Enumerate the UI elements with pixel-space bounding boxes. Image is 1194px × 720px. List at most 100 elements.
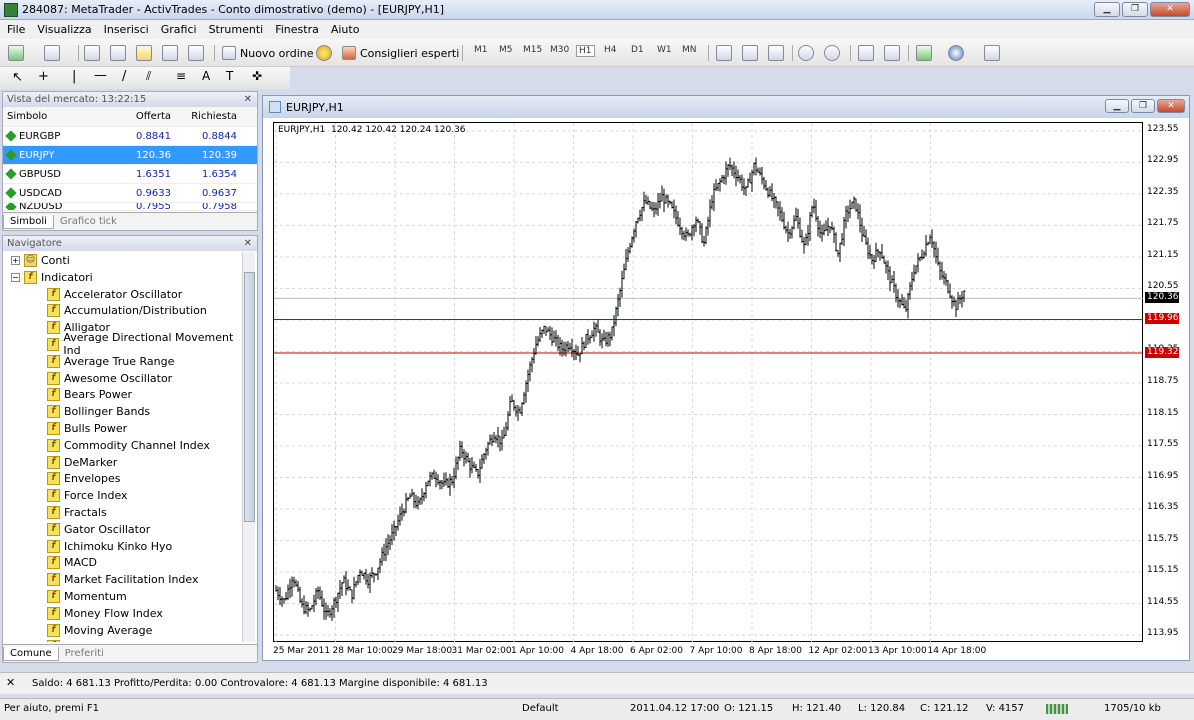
vertical-line-icon[interactable]: | [72,69,76,84]
chart-plot-area[interactable]: EURJPY,H1 120.42 120.42 120.24 120.36 [273,122,1144,643]
arrows-icon[interactable]: ✜ [252,69,262,83]
trendline-icon[interactable]: / [122,69,126,84]
new-order-button[interactable]: Nuovo ordine [222,44,314,62]
expand-icon[interactable]: + [11,255,20,265]
maximize-button[interactable]: ❐ [1122,2,1148,17]
indicator-item[interactable]: f Average Directional Movement Ind [47,331,243,357]
indicator-item[interactable]: f Accumulation/Distribution [47,303,207,319]
periods-icon[interactable] [948,44,964,62]
scroll-thumb[interactable] [244,272,255,522]
expert-advisors-button[interactable]: Consiglieri esperti [342,44,459,62]
table-row[interactable]: EURGBP 0.8841 0.8844 [3,127,257,146]
tf-mn[interactable]: MN [682,45,697,55]
tab-favorites[interactable]: Preferiti [59,647,110,660]
navigator-icon[interactable] [136,44,152,62]
tf-h1[interactable]: H1 [576,45,595,57]
indicator-item[interactable]: f Fractals [47,504,107,520]
table-row[interactable]: EURJPY 120.36 120.39 [3,146,257,165]
indicator-item[interactable]: f Bears Power [47,387,132,403]
indicator-item[interactable]: f Force Index [47,488,128,504]
crosshair-icon[interactable]: + [38,69,49,84]
close-icon[interactable]: ✕ [244,92,252,107]
indicator-item[interactable]: f Accelerator Oscillator [47,286,182,302]
collapse-icon[interactable]: − [11,272,20,282]
tester-icon[interactable] [188,44,204,62]
close-button[interactable]: ✕ [1150,2,1190,17]
tf-m5[interactable]: M5 [499,45,513,55]
tf-m1[interactable]: M1 [474,45,488,55]
tf-m30[interactable]: M30 [550,45,569,55]
profiles-icon[interactable] [44,44,60,62]
tab-tick-chart[interactable]: Grafico tick [54,215,123,228]
tree-node-accounts[interactable]: + ☺ Conti [11,252,70,268]
help-text: Per aiuto, premi F1 [4,703,99,714]
table-row[interactable]: USDCAD 0.9633 0.9637 [3,184,257,203]
menu-insert[interactable]: Inserisci [101,23,158,36]
menu-charts[interactable]: Grafici [158,23,206,36]
bar-chart-icon[interactable] [716,44,732,62]
indicator-item[interactable]: f Market Facilitation Index [47,572,199,588]
indicator-item[interactable]: f Average True Range [47,353,174,369]
chart-restore-button[interactable]: ❐ [1131,99,1155,113]
tf-d1[interactable]: D1 [631,45,644,55]
templates-icon[interactable] [984,44,1000,62]
candle-chart-icon[interactable] [742,44,758,62]
price-tick-label: 114.55 [1147,596,1179,607]
market-watch-icon[interactable] [84,44,100,62]
close-icon[interactable]: ✕ [6,676,15,689]
label-icon[interactable]: T [226,69,233,83]
indicators-icon[interactable] [916,44,932,62]
close-icon[interactable]: ✕ [244,236,252,251]
new-chart-icon[interactable] [8,44,24,62]
indicator-item[interactable]: f Moving Average of Oscillator [47,639,222,642]
col-ask[interactable]: Richiesta [171,111,237,122]
indicator-icon: f [47,606,60,620]
chart-minimize-button[interactable]: ▁ [1105,99,1129,113]
indicator-item[interactable]: f Momentum [47,588,127,604]
indicator-item[interactable]: f Gator Oscillator [47,521,150,537]
col-symbol[interactable]: Simbolo [3,111,103,122]
indicator-item[interactable]: f MACD [47,555,97,571]
channel-icon[interactable]: ⫽ [146,69,151,84]
table-row[interactable]: GBPUSD 1.6351 1.6354 [3,165,257,184]
autotrading-icon[interactable] [316,44,332,62]
indicator-item[interactable]: f Commodity Channel Index [47,437,210,453]
indicator-item[interactable]: f Bulls Power [47,420,127,436]
fibonacci-icon[interactable]: ≡ [176,69,186,83]
autoscroll-icon[interactable] [858,44,874,62]
zoom-out-icon[interactable] [824,44,840,62]
ask-value: 0.9637 [202,187,237,199]
table-row[interactable]: NZDUSD 0.7955 0.7958 [3,203,257,211]
tab-common[interactable]: Comune [3,646,59,661]
horizontal-line-icon[interactable]: — [94,68,107,83]
col-bid[interactable]: Offerta [103,111,171,122]
zoom-in-icon[interactable] [798,44,814,62]
menu-file[interactable]: File [4,23,34,36]
indicator-item[interactable]: f Ichimoku Kinko Hyo [47,538,172,554]
menu-view[interactable]: Visualizza [34,23,100,36]
minimize-button[interactable]: ▁ [1094,2,1120,17]
data-window-icon[interactable] [110,44,126,62]
terminal-icon[interactable] [162,44,178,62]
indicator-item[interactable]: f Money Flow Index [47,605,163,621]
tf-h4[interactable]: H4 [604,45,617,55]
tab-symbols[interactable]: Simboli [3,214,54,229]
indicator-item[interactable]: f Moving Average [47,622,152,638]
indicator-item[interactable]: f DeMarker [47,454,117,470]
chart-close-button[interactable]: ✕ [1157,99,1185,113]
tf-m15[interactable]: M15 [523,45,542,55]
indicator-item[interactable]: f Awesome Oscillator [47,370,172,386]
indicator-item[interactable]: f Envelopes [47,471,120,487]
indicator-item[interactable]: f Bollinger Bands [47,404,150,420]
line-chart-icon[interactable] [768,44,784,62]
cursor-icon[interactable]: ↖ [12,70,23,85]
chart-shift-icon[interactable] [884,44,900,62]
menu-help[interactable]: Aiuto [328,23,369,36]
price-chart[interactable] [274,123,1144,643]
tf-w1[interactable]: W1 [657,45,672,55]
tree-node-indicators[interactable]: − f Indicatori [11,269,93,285]
menu-tools[interactable]: Strumenti [206,23,273,36]
menu-window[interactable]: Finestra [272,23,328,36]
text-icon[interactable]: A [202,69,210,83]
navigator-scrollbar[interactable] [242,252,255,642]
